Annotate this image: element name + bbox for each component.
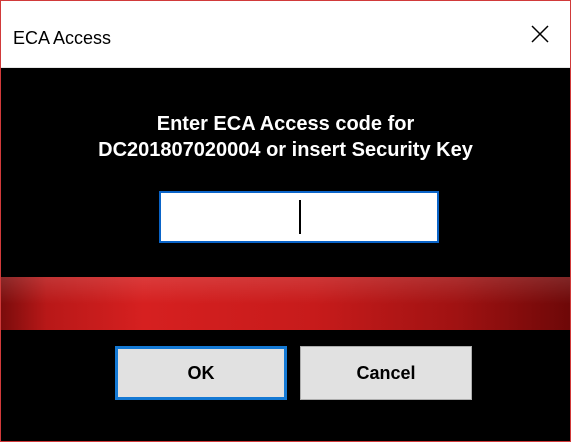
dialog-body: Enter ECA Access code for DC201807020004… [1, 68, 570, 441]
window-title: ECA Access [13, 28, 112, 48]
eca-access-dialog: ECA Access Enter ECA Access code for DC2… [0, 0, 571, 442]
text-caret [299, 200, 301, 234]
prompt-line-1: Enter ECA Access code for [156, 113, 415, 135]
title-bar[interactable]: ECA Access [1, 1, 570, 68]
close-button[interactable] [510, 1, 570, 67]
prompt-line-2: DC201807020004 or insert Security Key [98, 139, 473, 161]
ok-button[interactable]: OK [115, 346, 287, 400]
cancel-button[interactable]: Cancel [300, 346, 472, 400]
close-icon [531, 25, 549, 43]
red-accent-bar [1, 277, 570, 330]
access-prompt: Enter ECA Access code for DC201807020004… [1, 111, 570, 163]
